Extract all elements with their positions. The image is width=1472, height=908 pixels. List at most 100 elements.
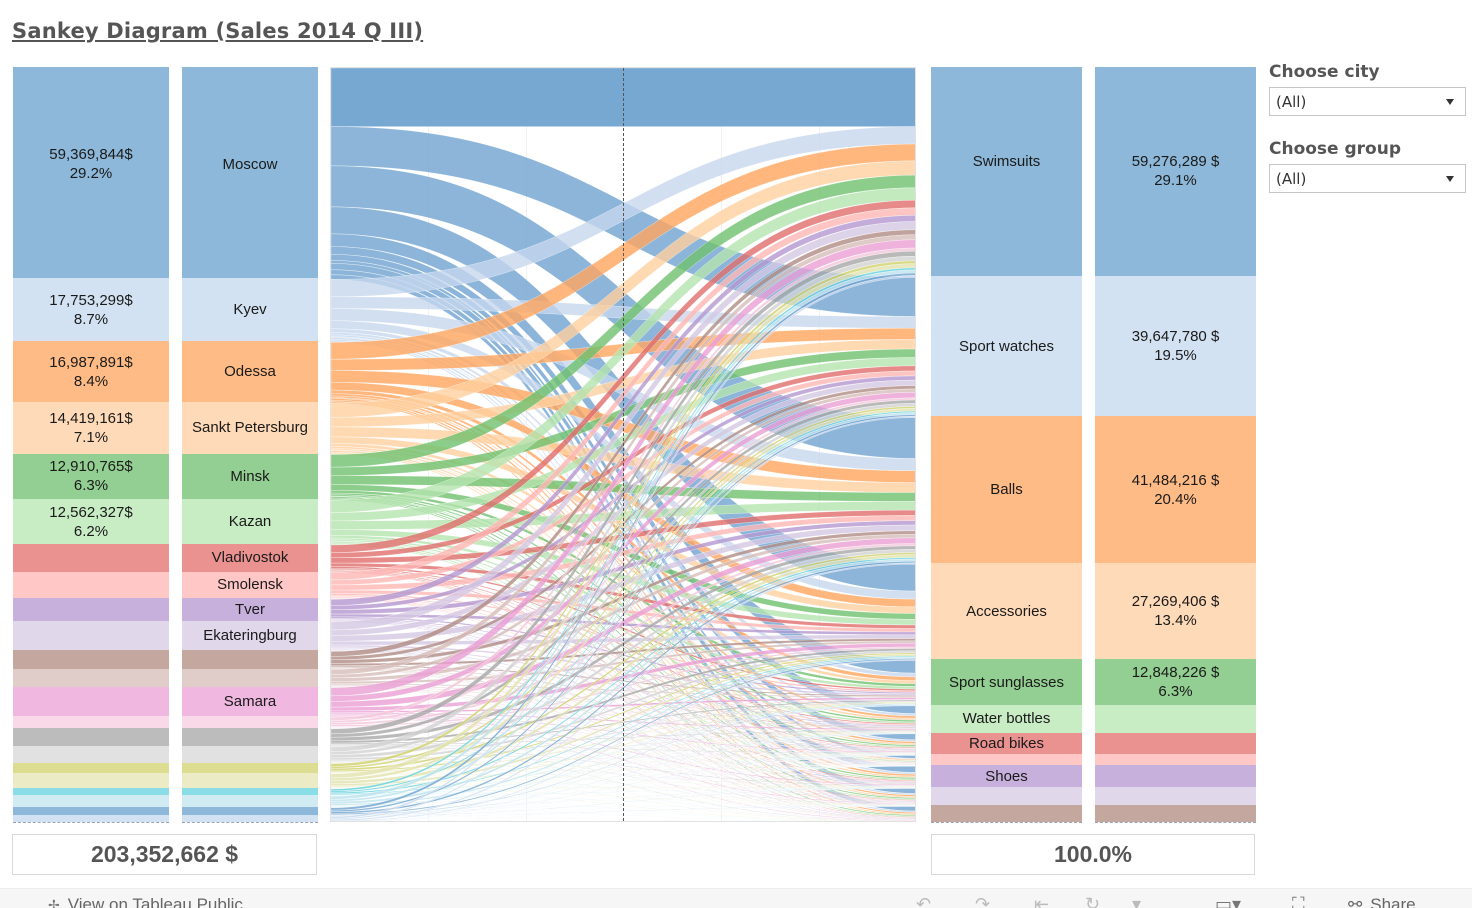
redo-icon[interactable]: ↷ [975,895,990,908]
group-segment[interactable] [1095,805,1256,822]
segment-label: Kazan [228,513,272,531]
segment-label: Samara [223,692,277,710]
group-segment[interactable]: 39,647,780 $ 19.5% [1095,276,1256,417]
group-segment[interactable]: 27,269,406 $ 13.4% [1095,563,1256,660]
group-segment[interactable]: 41,484,216 $ 20.4% [1095,416,1256,564]
city-filter-dropdown[interactable]: (All) [1269,87,1466,116]
city-segment[interactable] [13,795,169,807]
city-segment[interactable] [182,806,318,816]
city-segment[interactable] [13,686,169,717]
dashboard-title: Sankey Diagram (Sales 2014 Q III) [12,19,424,43]
fullscreen-icon[interactable]: ⛶ [1292,895,1305,908]
city-segment[interactable]: 12,910,765$ 6.3% [13,453,169,500]
group-filter-label: Choose group [1269,139,1402,159]
group-segment[interactable] [1095,704,1256,733]
group-segment[interactable] [931,805,1082,822]
city-segment[interactable]: 59,369,844$ 29.2% [13,67,169,279]
segment-value: 59,369,844$ 29.2% [49,146,133,182]
city-segment[interactable]: Sankt Petersburg [182,402,318,454]
total-sales: 203,352,662 $ [12,834,317,875]
group-filter-dropdown[interactable]: (All) [1269,164,1466,193]
total-percent: 100.0% [931,834,1255,875]
segment-label: Tver [235,601,265,619]
city-segment[interactable] [13,745,169,763]
group-segment[interactable]: 59,276,289 $ 29.1% [1095,67,1256,277]
refresh-icon[interactable]: ↻ [1085,895,1100,908]
group-segment[interactable] [1095,732,1256,755]
baseline [931,822,1082,823]
city-segment[interactable] [13,772,169,788]
group-segment[interactable] [931,754,1082,766]
pause-dropdown-icon[interactable]: ▾ [1132,895,1141,908]
city-segment[interactable]: Samara [182,686,318,717]
revert-icon[interactable]: ⇤ [1034,895,1049,908]
city-segment[interactable] [182,650,318,669]
city-segment[interactable] [13,598,169,621]
tableau-logo-icon: ✢ [48,896,60,908]
city-segment[interactable] [13,544,169,572]
city-segment[interactable] [182,795,318,807]
city-segment[interactable] [182,668,318,687]
group-segment[interactable]: Shoes [931,765,1082,788]
city-segment[interactable] [13,787,169,796]
city-segment[interactable] [182,815,318,822]
undo-icon[interactable]: ↶ [916,895,931,908]
view-on-tableau-link[interactable]: ✢ View on Tableau Public [48,895,243,908]
city-segment[interactable] [13,571,169,599]
city-segment[interactable] [13,650,169,669]
group-segment[interactable]: 12,848,226 $ 6.3% [1095,659,1256,705]
device-layout-icon[interactable]: ▭▾ [1215,895,1241,908]
city-segment[interactable] [182,745,318,763]
city-segment[interactable]: Kyev [182,278,318,342]
city-filter-value: (All) [1276,92,1307,111]
group-segment[interactable] [1095,787,1256,806]
city-segment[interactable] [182,787,318,796]
city-segment[interactable] [13,762,169,773]
segment-label: Shoes [985,767,1028,785]
city-segment[interactable]: Ekateringburg [182,620,318,651]
city-segment[interactable]: Smolensk [182,571,318,599]
group-segment[interactable] [1095,765,1256,788]
city-segment[interactable]: 14,419,161$ 7.1% [13,402,169,454]
group-segment[interactable]: Sport sunglasses [931,659,1082,705]
group-segment[interactable]: Sport watches [931,276,1082,417]
city-segment[interactable]: 17,753,299$ 8.7% [13,278,169,342]
city-segment[interactable]: Tver [182,598,318,621]
city-segment[interactable]: Odessa [182,341,318,403]
city-segment[interactable] [182,716,318,728]
group-segment[interactable]: Water bottles [931,704,1082,733]
city-segment[interactable] [13,716,169,728]
city-segment[interactable] [182,762,318,773]
city-filter-label: Choose city [1269,62,1380,82]
group-segment[interactable]: Road bikes [931,732,1082,755]
group-segment[interactable] [931,787,1082,806]
city-segment[interactable] [13,815,169,822]
city-segment[interactable] [13,727,169,746]
city-segment[interactable]: 16,987,891$ 8.4% [13,341,169,403]
baseline [182,822,318,823]
city-segment[interactable] [182,727,318,746]
city-segment[interactable]: Kazan [182,499,318,545]
city-segment[interactable] [13,620,169,651]
city-segment[interactable]: Minsk [182,453,318,500]
group-name-bar: Swimsuits Sport watches Balls Accessories Sp… [931,67,1082,823]
city-segment[interactable] [182,772,318,788]
segment-label: Sport watches [958,337,1055,355]
city-segment[interactable] [13,668,169,687]
group-segment[interactable]: Swimsuits [931,67,1082,277]
share-button[interactable]: ⚯ Share [1348,895,1416,908]
city-segment[interactable]: 12,562,327$ 6.2% [13,499,169,545]
city-segment[interactable]: Vladivostok [182,544,318,572]
segment-value: 27,269,406 $ 13.4% [1131,593,1220,630]
group-segment[interactable] [1095,754,1256,766]
city-segment[interactable]: Moscow [182,67,318,279]
segment-label: Road bikes [968,735,1045,753]
segment-value: 39,647,780 $ 19.5% [1131,328,1220,365]
segment-label: Accessories [966,602,1047,620]
segment-value: 16,987,891$ 8.4% [49,353,133,390]
group-segment[interactable]: Balls [931,416,1082,564]
group-segment[interactable]: Accessories [931,563,1082,660]
segment-value: 41,484,216 $ 20.4% [1131,471,1220,508]
segment-label: Kyev [233,301,267,319]
city-segment[interactable] [13,806,169,816]
